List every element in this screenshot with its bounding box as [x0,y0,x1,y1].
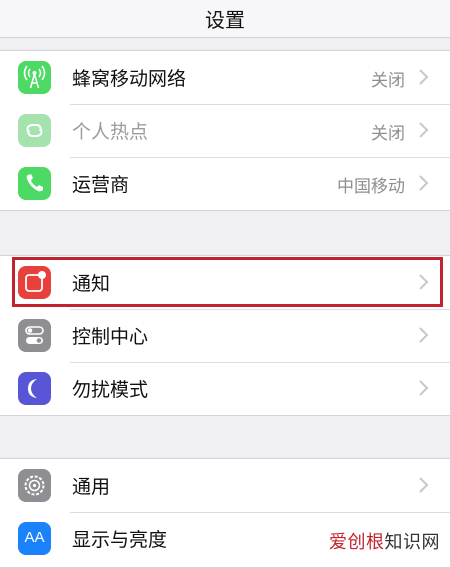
chevron-right-icon [419,175,429,191]
control-center-toggles-icon [18,319,51,352]
settings-row-label: 通用 [72,476,111,498]
watermark-part1: 爱创根 [329,532,385,553]
watermark: 爱创根知识网 [329,528,440,554]
settings-row-general[interactable]: 通用 [0,459,450,512]
settings-row-value: 中国移动 [337,177,405,197]
moon-icon [18,372,51,405]
settings-row-label: 蜂窝移动网络 [72,68,187,90]
settings-row-label: 控制中心 [72,326,149,348]
settings-row-label: 运营商 [72,174,130,196]
icon-text: AA [24,529,45,546]
chevron-right-icon [419,380,429,396]
navigation-bar: 设置 [0,0,450,38]
phone-icon [18,167,51,200]
highlight-box [12,257,443,307]
settings-row-hotspot[interactable]: 个人热点 关闭 [0,104,450,157]
settings-row-carrier[interactable]: 运营商 中国移动 [0,157,450,210]
settings-row-value: 关闭 [371,124,405,144]
cellular-antenna-icon [18,61,51,94]
settings-row-control-center[interactable]: 控制中心 [0,309,450,362]
settings-row-do-not-disturb[interactable]: 勿扰模式 [0,362,450,415]
chevron-right-icon [419,69,429,85]
chevron-right-icon [419,327,429,343]
page-title: 设置 [205,8,245,32]
settings-row-label: 勿扰模式 [72,379,149,401]
settings-row-label: 个人热点 [72,121,149,143]
settings-row-label: 显示与亮度 [72,529,168,551]
gear-icon [18,469,51,502]
watermark-part2: 知识网 [384,532,440,553]
chevron-right-icon [419,122,429,138]
hotspot-link-icon [18,114,51,147]
settings-row-value: 关闭 [371,71,405,91]
settings-row-cellular[interactable]: 蜂窝移动网络 关闭 [0,51,450,104]
chevron-right-icon [419,477,429,493]
text-size-aa-icon: AA [18,522,51,555]
settings-group-network: 蜂窝移动网络 关闭 个人热点 关闭 运营商 中国移动 [0,50,450,211]
